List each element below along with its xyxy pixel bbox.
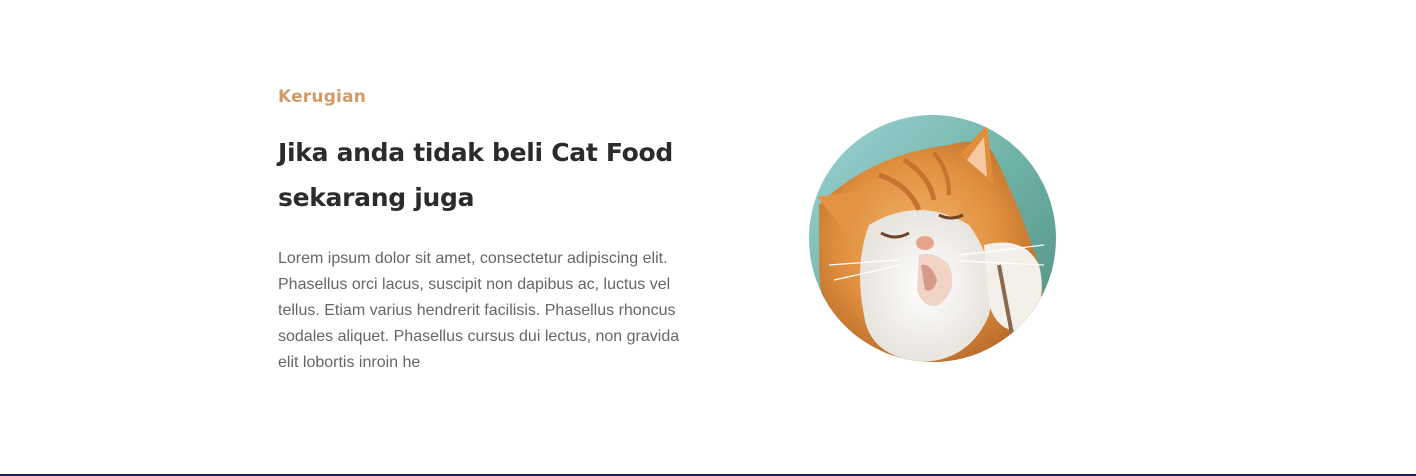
text-column: Kerugian Jika anda tidak beli Cat Food s… [278,84,698,376]
section-headline: Jika anda tidak beli Cat Food sekarang j… [278,138,673,212]
section-body-text: Lorem ipsum dolor sit amet, consectetur … [278,250,680,371]
disadvantage-section: Kerugian Jika anda tidak beli Cat Food s… [0,0,1416,474]
cat-photo [809,115,1056,362]
cat-illustration [809,115,1056,362]
section-eyebrow: Kerugian [278,87,367,107]
